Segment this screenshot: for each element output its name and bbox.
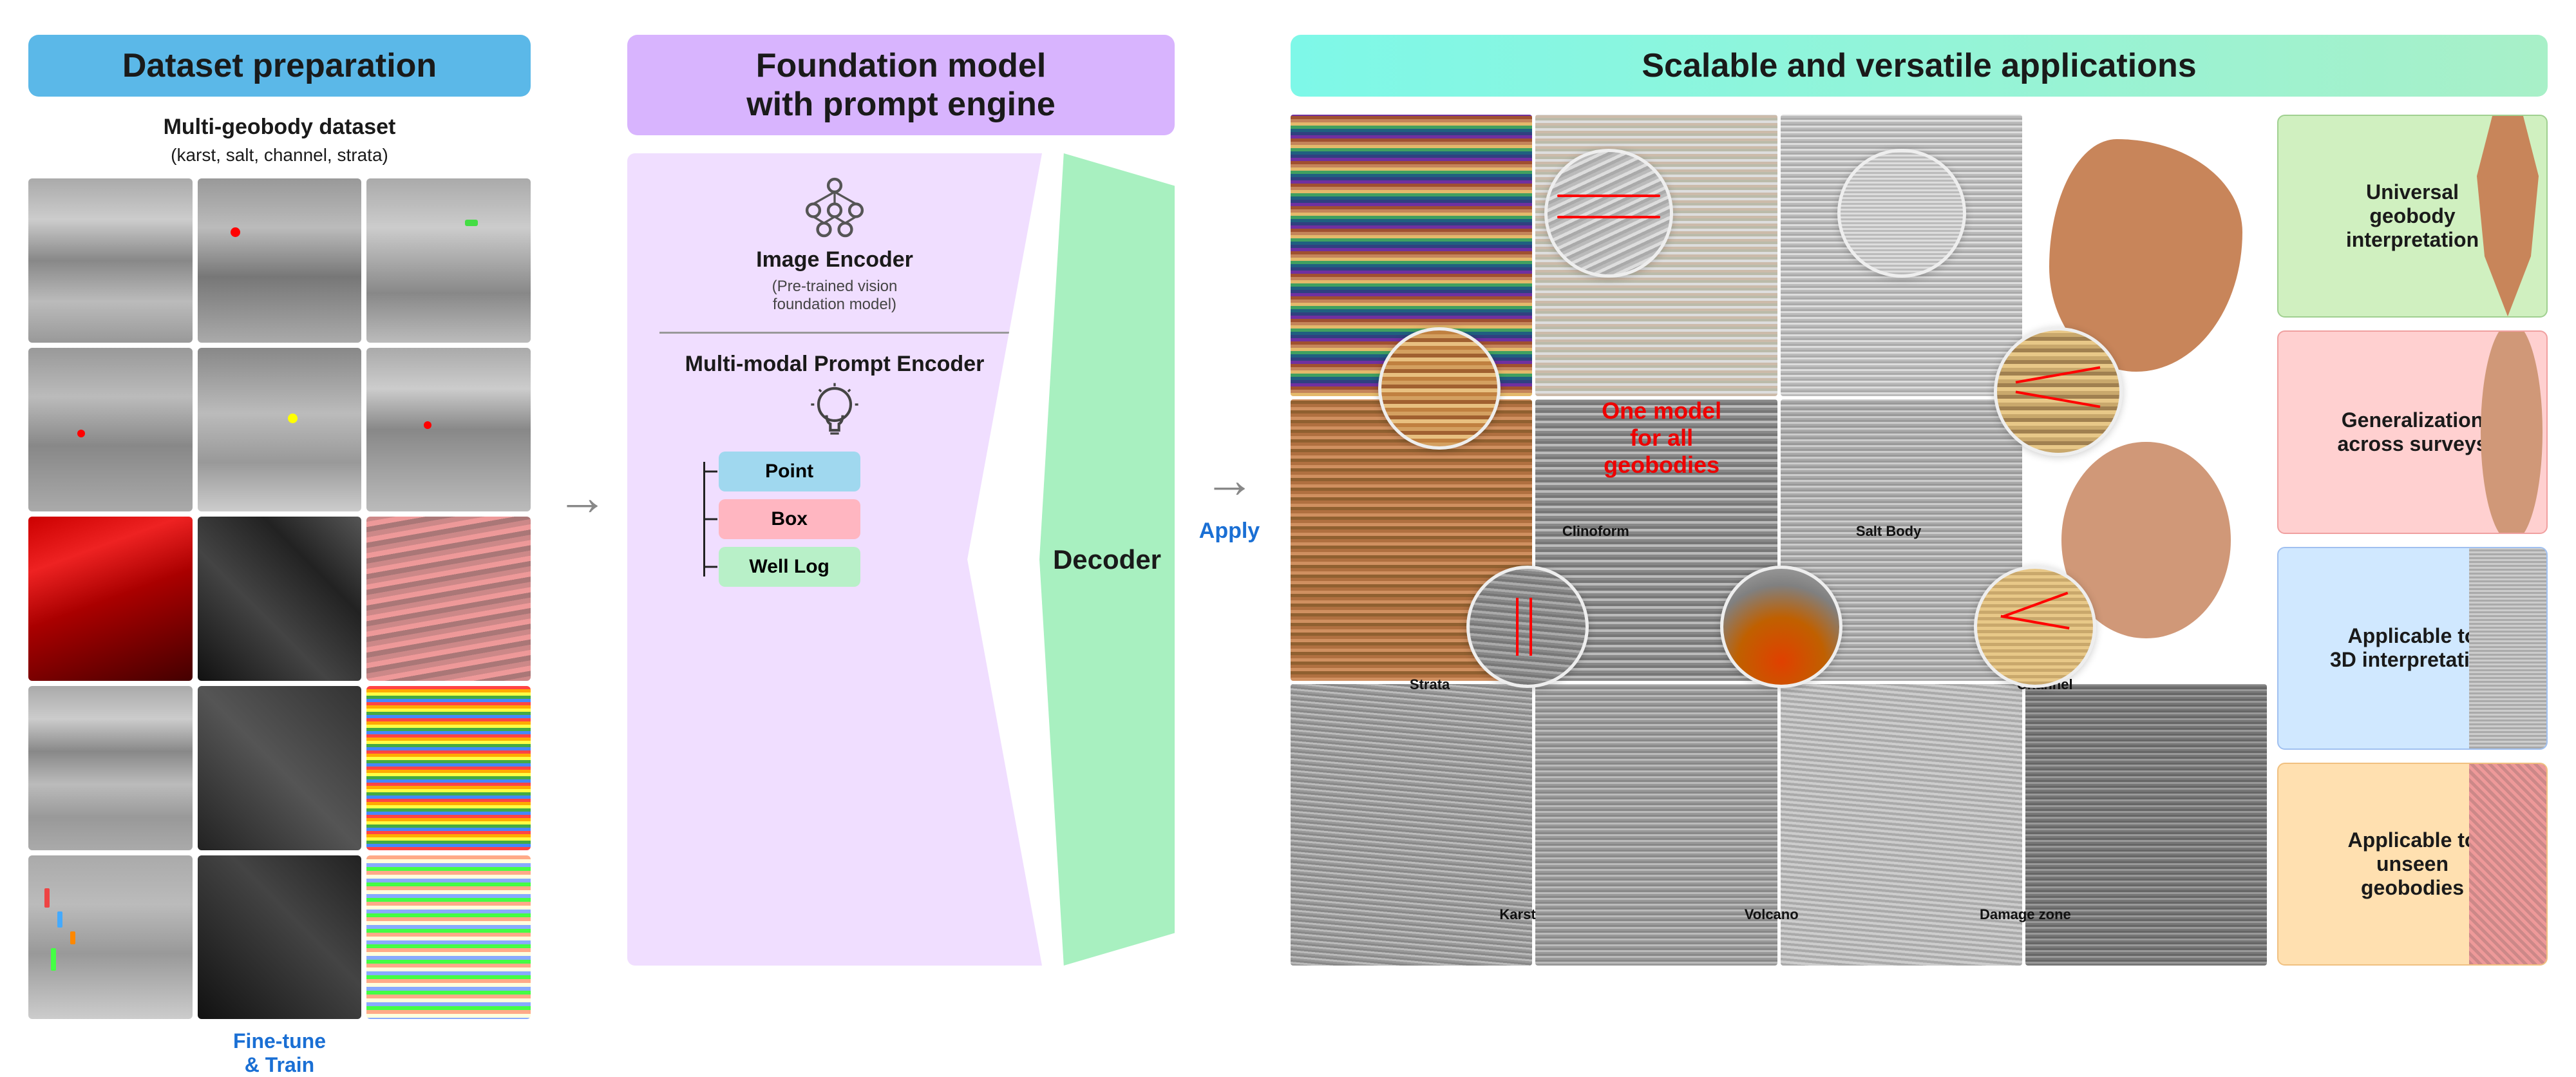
circle-saltbody xyxy=(1837,149,1966,278)
label-clinoform: Clinoform xyxy=(1525,523,1667,540)
center-one-model: One modelfor allgeobodies xyxy=(1578,397,1745,479)
apply-label: Apply xyxy=(1199,519,1260,544)
grid-cell-6 xyxy=(366,348,531,512)
grid-cell-3 xyxy=(366,178,531,343)
grid-cell-14 xyxy=(198,855,362,1020)
fine-tune-label: Fine-tune& Train xyxy=(233,1029,326,1077)
circle-channel xyxy=(1994,327,2123,456)
prompt-encoder-block: Multi-modal Prompt Encoder xyxy=(685,352,985,587)
decoder-label: Decoder xyxy=(1053,544,1161,575)
encoder-divider xyxy=(659,332,1010,334)
label-karst: Karst xyxy=(1447,906,1589,923)
image-encoder-block: Image Encoder (Pre-trained visionfoundat… xyxy=(756,171,913,314)
grid-cell-9 xyxy=(366,517,531,681)
grid-cell-7 xyxy=(28,517,193,681)
encoder-panel: Image Encoder (Pre-trained visionfoundat… xyxy=(627,153,1042,966)
card-generalization-thumbnail xyxy=(2469,332,2546,532)
arrow-to-applications: → Apply xyxy=(1181,15,1278,978)
card-unseen-thumbnail xyxy=(2469,764,2546,964)
dataset-image-grid xyxy=(28,178,531,1019)
applications-body: Clinoform Salt Body Strata One modelfor … xyxy=(1291,115,2548,966)
label-damage: Damage zone xyxy=(1955,906,2096,923)
seismic-mosaic-area: Clinoform Salt Body Strata One modelfor … xyxy=(1291,115,2267,966)
card-unseen: Applicable tounseengeobodies xyxy=(2277,763,2548,966)
prompt-point-row: Point xyxy=(692,452,985,491)
grid-cell-8 xyxy=(198,517,362,681)
decoder-panel: Decoder xyxy=(1039,153,1175,966)
dataset-section: Dataset preparation Multi-geobody datase… xyxy=(15,15,544,978)
card-universal-label: Universalgeobodyinterpretation xyxy=(2346,180,2479,252)
prompt-tree: Point Box Well Log xyxy=(685,452,985,587)
foundation-section: Foundation model with prompt engine xyxy=(621,15,1181,978)
dataset-subtitle2: (karst, salt, channel, strata) xyxy=(171,145,388,166)
circle-clinoform xyxy=(1544,149,1673,278)
grid-cell-11 xyxy=(198,686,362,850)
foundation-title: Foundation model with prompt engine xyxy=(627,35,1175,135)
label-volcano: Volcano xyxy=(1701,906,1842,923)
circle-strata xyxy=(1378,327,1501,450)
prompt-box-row: Box xyxy=(692,499,985,539)
arrow-icon-2: → xyxy=(1204,450,1255,510)
image-encoder-title: Image Encoder xyxy=(756,247,913,272)
grid-cell-1 xyxy=(28,178,193,343)
circle-volcano xyxy=(1720,566,1842,688)
lightbulb-icon xyxy=(802,382,867,446)
prompt-point-btn[interactable]: Point xyxy=(719,452,860,491)
image-encoder-subtitle: (Pre-trained visionfoundation model) xyxy=(772,278,898,314)
grid-cell-12 xyxy=(366,686,531,850)
grid-cell-13 xyxy=(28,855,193,1020)
card-3d: Applicable to3D interpretation xyxy=(2277,547,2548,750)
dataset-title: Dataset preparation xyxy=(28,35,531,97)
card-3d-thumbnail xyxy=(2469,548,2546,748)
grid-cell-15 xyxy=(366,855,531,1020)
grid-cell-2 xyxy=(198,178,362,343)
circle-karst xyxy=(1466,566,1589,688)
application-cards: Universalgeobodyinterpretation Generaliz… xyxy=(2277,115,2548,966)
arrow-icon-1: → xyxy=(556,468,608,527)
dataset-subtitle: Multi-geobody dataset xyxy=(164,115,396,140)
network-icon xyxy=(799,171,870,242)
card-universal: Universalgeobodyinterpretation xyxy=(2277,115,2548,318)
geocircles-overlay: Clinoform Salt Body Strata One modelfor … xyxy=(1291,115,2267,966)
arrow-to-foundation: → xyxy=(544,15,621,978)
card-generalization-label: Generalizationacross surveys xyxy=(2337,408,2487,456)
prompt-welllog-row: Well Log xyxy=(692,547,985,587)
circle-damage xyxy=(1974,566,2096,688)
applications-section: Scalable and versatile applications xyxy=(1278,15,2561,978)
label-saltbody: Salt Body xyxy=(1818,523,1960,540)
applications-title: Scalable and versatile applications xyxy=(1291,35,2548,97)
card-unseen-label: Applicable tounseengeobodies xyxy=(2348,828,2477,900)
grid-cell-4 xyxy=(28,348,193,512)
card-generalization: Generalizationacross surveys xyxy=(2277,330,2548,533)
card-universal-thumbnail xyxy=(2469,116,2546,316)
grid-cell-10 xyxy=(28,686,193,850)
prompt-box-btn[interactable]: Box xyxy=(719,499,860,539)
grid-cell-5 xyxy=(198,348,362,512)
prompt-welllog-btn[interactable]: Well Log xyxy=(719,547,860,587)
prompt-encoder-title: Multi-modal Prompt Encoder xyxy=(685,352,985,377)
